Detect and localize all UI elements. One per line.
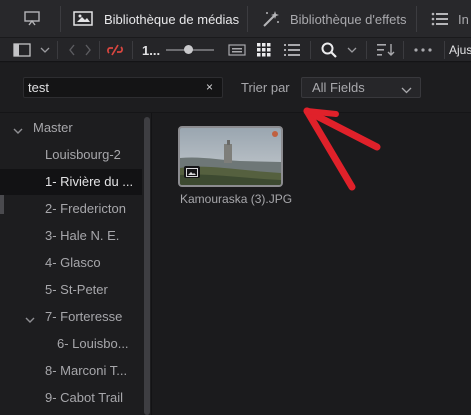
forward-arrow-icon[interactable] — [84, 42, 92, 58]
top-tab-bar: Bibliothèque de médias Bibliothèque d'ef… — [0, 0, 471, 38]
bin-list-sidebar: Master Louisbourg-2 1- Rivière du ... 2-… — [0, 113, 152, 415]
sidebar-item-hale[interactable]: 3- Hale N. E. — [0, 223, 142, 249]
sidebar-item-marconi[interactable]: 8- Marconi T... — [0, 358, 142, 384]
divider — [60, 6, 61, 32]
sidebar-item-glasco[interactable]: 4- Glasco — [0, 250, 142, 276]
sort-field-dropdown[interactable]: All Fields — [301, 77, 421, 98]
photo-badge-icon — [184, 166, 200, 178]
sidebar-scrollbar[interactable] — [144, 117, 150, 415]
divider — [310, 41, 311, 59]
sidebar-item-label: 6- Louisbo... — [57, 336, 129, 351]
sidebar-item-label: 5- St-Peter — [45, 282, 108, 297]
sidebar-item-master[interactable]: Master — [0, 115, 142, 141]
divider — [132, 41, 133, 59]
search-filter-bar: × Trier par All Fields — [0, 63, 471, 113]
divider — [57, 41, 58, 59]
sidebar-item-st-peter[interactable]: 5- St-Peter — [0, 277, 142, 303]
chevron-down-icon[interactable] — [13, 123, 23, 138]
divider — [416, 6, 417, 32]
unlink-icon[interactable] — [106, 42, 124, 58]
sort-order-icon[interactable] — [377, 42, 395, 58]
tab-index[interactable]: In — [458, 12, 469, 27]
chevron-down-icon[interactable] — [347, 42, 357, 58]
sidebar-item-label: 9- Cabot Trail — [45, 390, 124, 405]
clip-filename: Kamouraska (3).JPG — [180, 192, 293, 206]
sidebar-item-label: 1- Rivière du ... — [45, 174, 134, 189]
divider — [444, 41, 445, 59]
sidebar-item-louisbo[interactable]: 6- Louisbo... — [0, 331, 142, 357]
sort-by-label: Trier par — [241, 80, 290, 95]
list-view-icon[interactable] — [284, 42, 300, 58]
grid-view-icon[interactable] — [257, 42, 271, 58]
media-pool-icon[interactable] — [73, 10, 95, 31]
sidebar-item-cabot-trail[interactable]: 9- Cabot Trail — [0, 385, 142, 411]
list-icon[interactable] — [431, 11, 449, 30]
tab-effects-library[interactable]: Bibliothèque d'effets — [290, 12, 406, 27]
sidebar-item-label: 2- Fredericton — [45, 201, 126, 216]
metadata-view-icon[interactable] — [228, 42, 246, 58]
chevron-down-icon — [401, 82, 412, 97]
sidebar-item-fredericton[interactable]: 2- Fredericton — [0, 196, 142, 222]
more-options-icon[interactable] — [414, 42, 432, 58]
divider — [247, 6, 248, 32]
sidebar-item-riviere-du[interactable]: 1- Rivière du ... — [0, 169, 142, 195]
chevron-down-icon[interactable] — [25, 312, 35, 327]
magic-wand-icon[interactable] — [261, 9, 281, 32]
divider — [99, 41, 100, 59]
sidebar-item-label: 8- Marconi T... — [45, 363, 128, 378]
sidebar-item-forteresse[interactable]: 7- Forteresse — [0, 304, 142, 330]
divider — [366, 41, 367, 59]
chevron-down-icon[interactable] — [40, 42, 50, 58]
clip-count: 1... — [142, 42, 161, 58]
tab-media-pool[interactable]: Bibliothèque de médias — [104, 12, 239, 27]
sidebar-item-louisbourg-2[interactable]: Louisbourg-2 — [0, 142, 142, 168]
sort-field-value: All Fields — [312, 80, 365, 95]
sidebar-item-label: Louisbourg-2 — [45, 147, 121, 162]
sidebar-toggle-icon[interactable] — [13, 42, 31, 58]
clip-thumbnail[interactable] — [178, 126, 283, 187]
sidebar-item-label: Master — [33, 120, 73, 135]
media-toolbar: 1... Ajus — [0, 38, 471, 62]
sidebar-item-label: 4- Glasco — [45, 255, 101, 270]
zoom-slider-handle[interactable] — [184, 45, 193, 54]
sidebar-item-label: 7- Forteresse — [45, 309, 123, 324]
clip-flag-dot — [272, 131, 278, 137]
search-icon[interactable] — [321, 42, 337, 58]
tab-adjust[interactable]: Ajus — [449, 42, 471, 58]
panel-toggle-icon[interactable] — [23, 10, 41, 31]
sidebar-item-label: 3- Hale N. E. — [45, 228, 120, 243]
search-input[interactable] — [23, 77, 223, 98]
clip-grid: Kamouraska (3).JPG — [153, 113, 471, 415]
back-arrow-icon[interactable] — [68, 42, 76, 58]
divider — [403, 41, 404, 59]
clear-search-button[interactable]: × — [206, 80, 213, 94]
